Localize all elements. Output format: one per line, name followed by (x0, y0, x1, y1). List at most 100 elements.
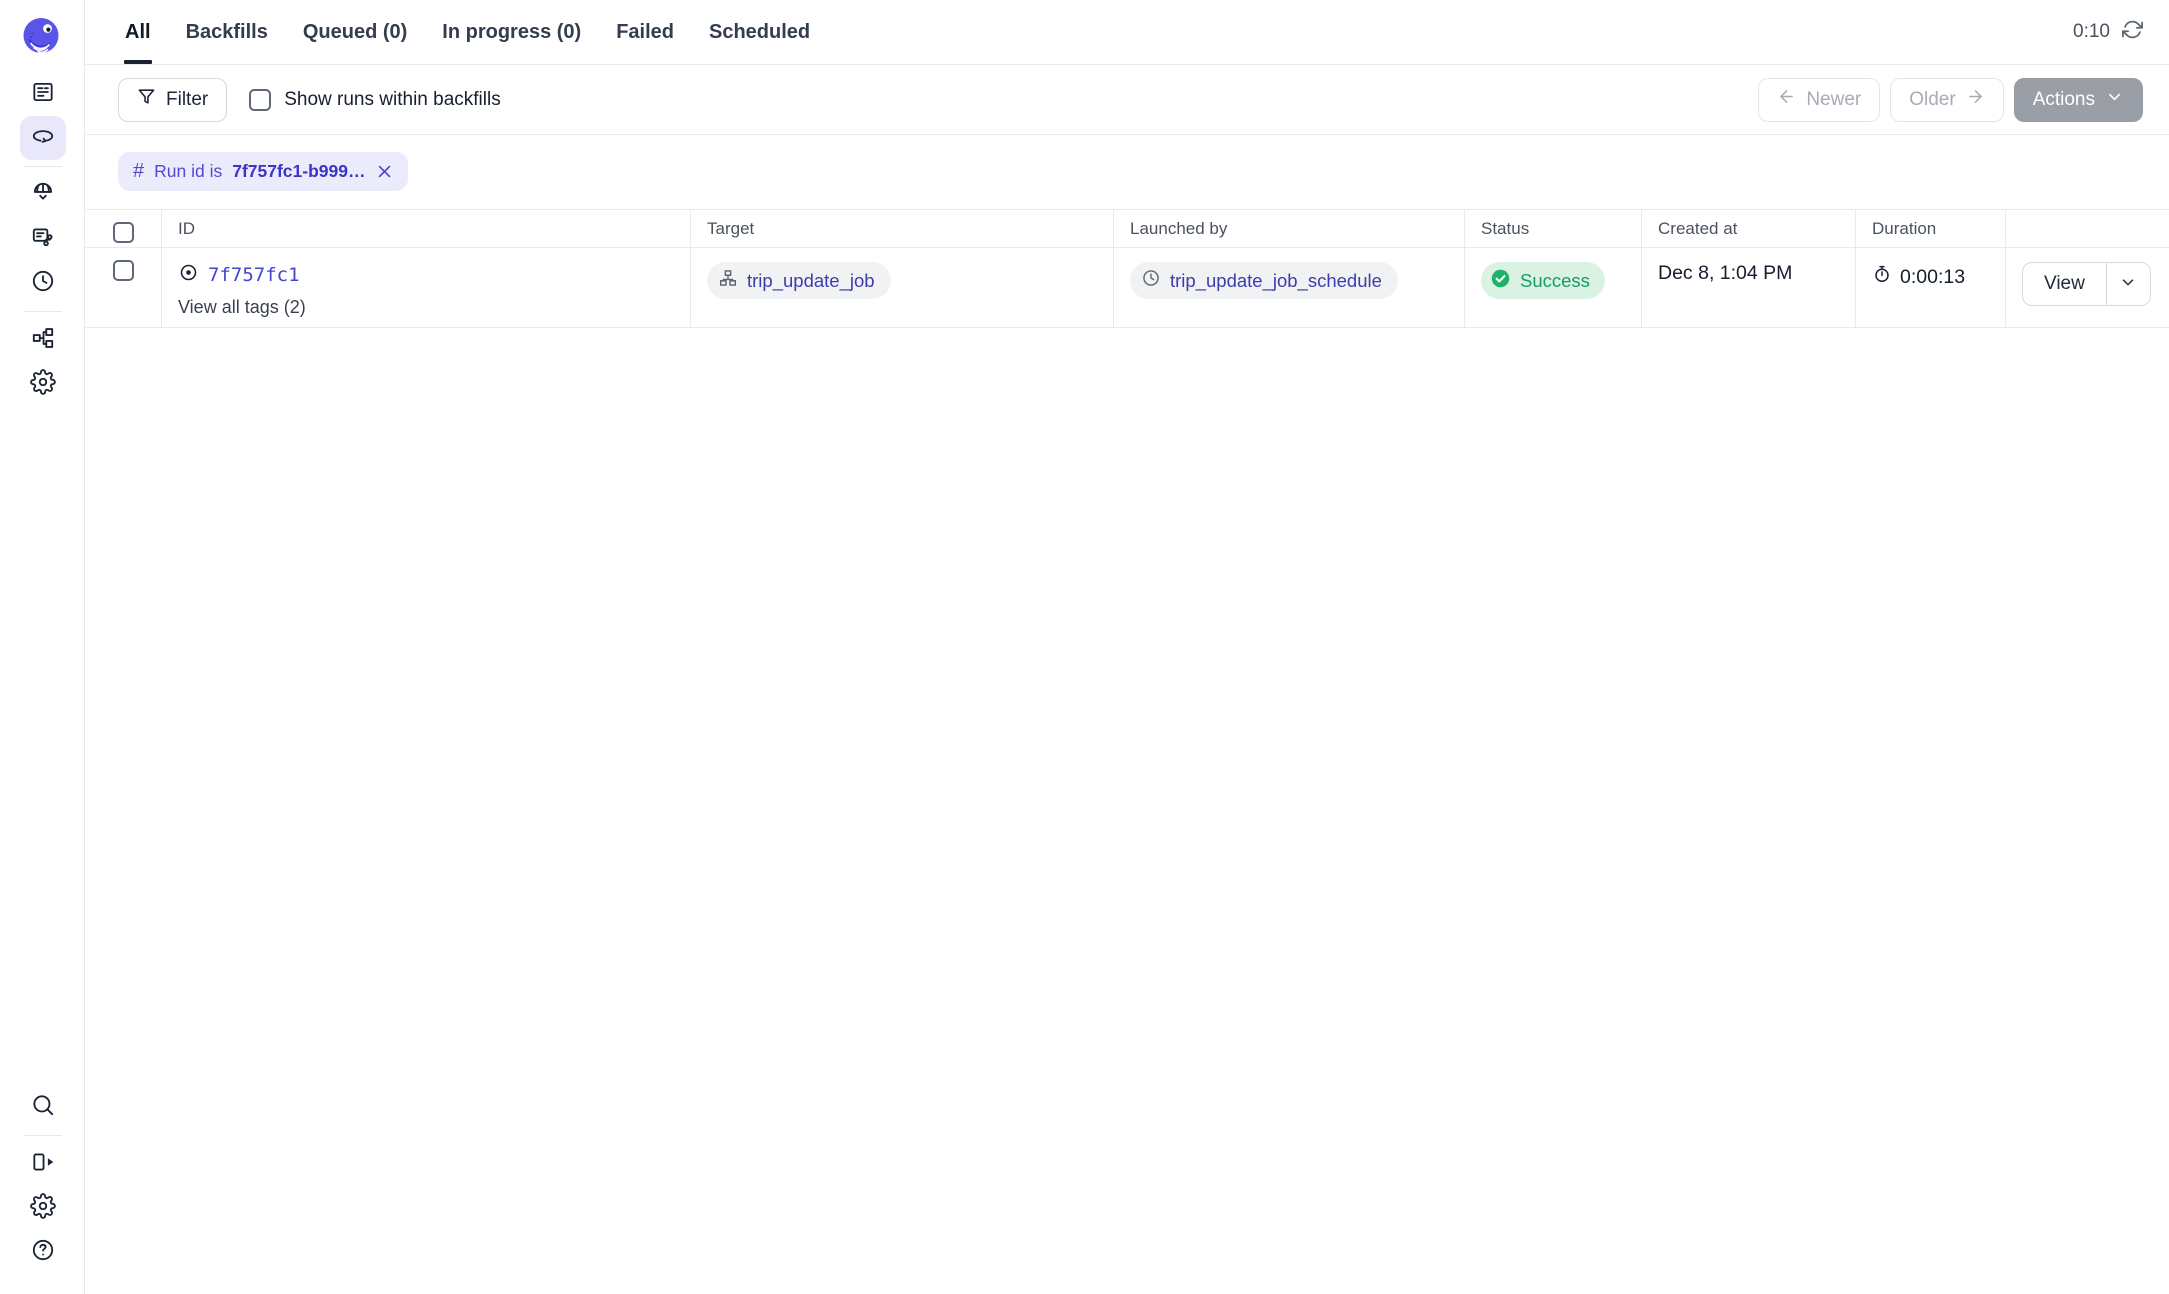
actions-button-label: Actions (2033, 89, 2095, 111)
sidebar-nav-bottom (0, 1085, 85, 1274)
filter-button-label: Filter (166, 89, 208, 111)
clock-icon (1141, 268, 1161, 293)
jobs-icon (30, 224, 56, 255)
refresh-icon[interactable] (2122, 19, 2143, 46)
sidebar-item-search[interactable] (20, 1085, 66, 1129)
refresh-countdown: 0:10 (2073, 19, 2143, 46)
gear-icon (30, 369, 56, 400)
sidebar-divider (24, 1135, 62, 1136)
column-header-actions (2005, 210, 2169, 247)
stopwatch-icon (1872, 264, 1892, 290)
arrow-right-icon (1966, 87, 1985, 112)
runs-tabs: All Backfills Queued (0) In progress (0)… (125, 0, 810, 64)
row-checkbox[interactable] (113, 260, 134, 281)
chevron-down-icon (2105, 87, 2124, 112)
run-status-dot-icon (178, 262, 199, 288)
created-at-value: Dec 8, 1:04 PM (1658, 259, 1792, 284)
newer-button[interactable]: Newer (1758, 78, 1880, 122)
view-button[interactable]: View (2023, 263, 2106, 305)
filter-funnel-icon (137, 87, 156, 112)
sidebar-item-schedules[interactable] (20, 261, 66, 305)
runs-toolbar: Filter Show runs within backfills Newer … (85, 65, 2169, 135)
search-icon (30, 1092, 56, 1123)
run-id-link[interactable]: 7f757fc1 (208, 264, 300, 286)
success-check-icon (1490, 268, 1511, 294)
runs-loop-icon (30, 123, 56, 154)
active-filters-row: # Run id is 7f757fc1-b999… (85, 135, 2169, 209)
chevron-down-icon (2119, 273, 2137, 296)
older-button[interactable]: Older (1890, 78, 2003, 122)
run-id-cell: 7f757fc1 View all tags (2) (161, 248, 690, 327)
refresh-countdown-value: 0:10 (2073, 21, 2110, 43)
launched-by-cell: trip_update_job_schedule (1113, 248, 1464, 327)
runs-page: All Backfills Queued (0) In progress (0)… (0, 0, 2169, 1294)
table-row: 7f757fc1 View all tags (2) trip_update_j… (85, 248, 2169, 328)
gear-icon (30, 1193, 56, 1224)
column-header-created-at: Created at (1641, 210, 1855, 247)
table-header-row: ID Target Launched by Status Created at … (85, 209, 2169, 248)
created-at-cell: Dec 8, 1:04 PM (1641, 248, 1855, 327)
column-header-launched-by: Launched by (1113, 210, 1464, 247)
hash-icon: # (133, 160, 144, 183)
tab-scheduled[interactable]: Scheduled (709, 0, 810, 64)
tab-queued[interactable]: Queued (0) (303, 0, 407, 64)
sidebar-item-deployment[interactable] (20, 318, 66, 362)
view-split-button: View (2022, 262, 2151, 306)
duration-cell: 0:00:13 (1855, 248, 2005, 327)
target-job-chip[interactable]: trip_update_job (707, 262, 891, 299)
tab-failed[interactable]: Failed (616, 0, 674, 64)
overview-icon (30, 79, 56, 110)
target-cell: trip_update_job (690, 248, 1113, 327)
show-backfills-label: Show runs within backfills (284, 89, 500, 111)
sidebar-item-user-settings[interactable] (20, 1186, 66, 1230)
runs-tabbar: All Backfills Queued (0) In progress (0)… (85, 0, 2169, 65)
sidebar-item-jobs[interactable] (20, 217, 66, 261)
sidebar-divider (24, 311, 62, 312)
column-header-duration: Duration (1855, 210, 2005, 247)
expand-panel-icon (30, 1149, 56, 1180)
launched-by-schedule-chip[interactable]: trip_update_job_schedule (1130, 262, 1398, 299)
status-cell: Success (1464, 248, 1641, 327)
sidebar-item-help[interactable] (20, 1230, 66, 1274)
dagster-logo[interactable] (17, 12, 65, 60)
clock-icon (30, 268, 56, 299)
sidebar-item-expand-panel[interactable] (20, 1142, 66, 1186)
sidebar-item-assets[interactable] (20, 173, 66, 217)
run-id-filter-chip[interactable]: # Run id is 7f757fc1-b999… (118, 152, 408, 191)
pagination-controls: Newer Older Actions (1758, 78, 2143, 122)
job-graph-icon (718, 268, 738, 293)
status-badge: Success (1481, 262, 1605, 299)
sidebar-item-settings[interactable] (20, 362, 66, 406)
tab-backfills[interactable]: Backfills (186, 0, 268, 64)
column-header-id: ID (161, 210, 690, 247)
sidebar-item-overview[interactable] (20, 72, 66, 116)
tab-all[interactable]: All (125, 0, 151, 64)
sidebar-divider (24, 166, 62, 167)
help-icon (30, 1237, 56, 1268)
filter-chip-prefix: Run id is (154, 161, 222, 182)
tab-in-progress[interactable]: In progress (0) (442, 0, 581, 64)
actions-button[interactable]: Actions (2014, 78, 2143, 122)
remove-filter-icon[interactable] (376, 163, 393, 180)
show-backfills-toggle[interactable]: Show runs within backfills (249, 89, 500, 111)
launched-by-label: trip_update_job_schedule (1170, 270, 1382, 292)
select-all-cell (85, 210, 161, 247)
select-all-checkbox[interactable] (113, 222, 134, 243)
row-select-cell (85, 248, 161, 327)
newer-button-label: Newer (1806, 89, 1861, 111)
sidebar-item-runs[interactable] (20, 116, 66, 160)
target-job-label: trip_update_job (747, 270, 875, 292)
assets-globe-icon (30, 180, 56, 211)
filter-button[interactable]: Filter (118, 78, 227, 122)
status-label: Success (1520, 270, 1590, 292)
sidebar (0, 0, 85, 1294)
older-button-label: Older (1909, 89, 1955, 111)
view-dropdown-button[interactable] (2106, 263, 2150, 305)
row-actions-cell: View (2005, 248, 2169, 327)
duration-value: 0:00:13 (1900, 266, 1965, 289)
runs-table: ID Target Launched by Status Created at … (85, 209, 2169, 328)
show-backfills-checkbox[interactable] (249, 89, 271, 111)
arrow-left-icon (1777, 87, 1796, 112)
view-all-tags-link[interactable]: View all tags (2) (178, 297, 682, 318)
org-chart-icon (30, 325, 56, 356)
